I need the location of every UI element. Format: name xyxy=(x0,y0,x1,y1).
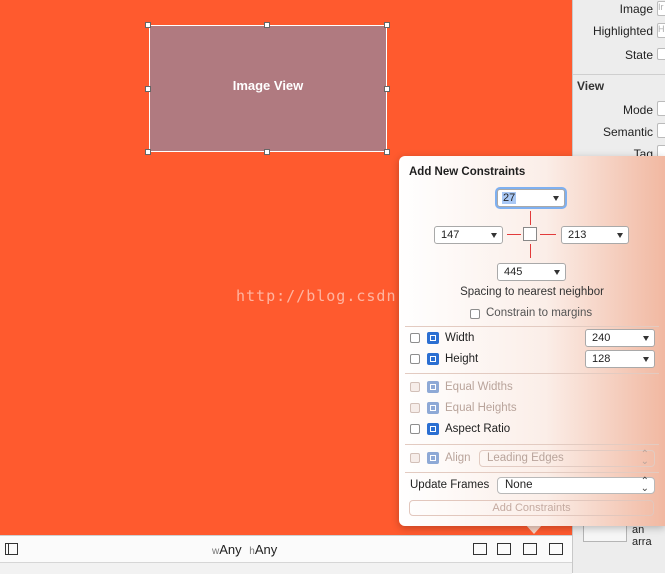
bottom-spacing-combo[interactable]: 445 xyxy=(497,263,566,281)
resize-handle-mr[interactable] xyxy=(384,86,390,92)
image-label: Image xyxy=(619,2,653,16)
stack-icon[interactable] xyxy=(473,543,487,555)
equal-widths-checkbox[interactable] xyxy=(410,382,420,392)
align-label: Align xyxy=(445,452,471,464)
align-checkbox[interactable] xyxy=(410,453,420,463)
updown-chevron-icon: ⌃ ⌄ xyxy=(640,476,649,494)
update-frames-label: Update Frames xyxy=(410,479,490,491)
size-class-control[interactable]: wAny hAny xyxy=(212,542,277,557)
height-value: 128 xyxy=(592,353,611,365)
equal-widths-icon xyxy=(427,381,439,393)
document-outline-toggle-icon[interactable] xyxy=(5,543,18,555)
resize-handle-bl[interactable] xyxy=(145,149,151,155)
library-item-description: an arra xyxy=(632,524,652,548)
resize-handle-tc[interactable] xyxy=(264,22,270,28)
updown-chevron-icon: ⌃ ⌄ xyxy=(640,449,649,467)
view-section-title: View xyxy=(577,79,605,93)
state-checkbox[interactable] xyxy=(657,48,665,60)
pin-icon[interactable] xyxy=(523,543,537,555)
image-view[interactable]: Image View xyxy=(149,25,387,152)
highlighted-field[interactable]: H xyxy=(657,23,665,38)
bottom-spacing-value: 445 xyxy=(504,266,523,278)
aspect-ratio-checkbox[interactable] xyxy=(410,424,420,434)
popover-title: Add New Constraints xyxy=(409,166,526,178)
chevron-down-icon[interactable] xyxy=(554,270,560,275)
chevron-down-icon[interactable] xyxy=(553,196,559,201)
chevron-down-icon[interactable] xyxy=(617,233,623,238)
highlighted-label: Highlighted xyxy=(592,24,653,38)
equal-heights-label: Equal Heights xyxy=(445,402,517,414)
w-value: Any xyxy=(219,542,242,557)
top-spacing-value: 27 xyxy=(502,192,517,204)
width-combo[interactable]: 240 xyxy=(585,329,655,347)
separator xyxy=(405,373,659,374)
align-value: Leading Edges xyxy=(487,452,564,464)
resize-handle-br[interactable] xyxy=(384,149,390,155)
height-label: Height xyxy=(445,353,479,365)
separator xyxy=(405,326,659,327)
left-spacing-combo[interactable]: 147 xyxy=(434,226,503,244)
semantic-popup[interactable] xyxy=(657,123,665,138)
separator xyxy=(405,444,659,445)
state-label: State xyxy=(624,48,653,62)
height-constraint-icon xyxy=(427,353,439,365)
equal-widths-label: Equal Widths xyxy=(445,381,513,393)
equal-heights-checkbox[interactable] xyxy=(410,403,420,413)
aspect-ratio-label: Aspect Ratio xyxy=(445,423,511,435)
mode-label: Mode xyxy=(622,103,653,117)
equal-heights-icon xyxy=(427,402,439,414)
left-spacing-value: 147 xyxy=(441,229,460,241)
add-constraints-button[interactable]: Add Constraints xyxy=(409,500,654,516)
align-icon xyxy=(427,452,439,464)
width-checkbox[interactable] xyxy=(410,333,420,343)
constrain-margins-checkbox[interactable] xyxy=(470,309,480,319)
left-constraint-ibeam[interactable] xyxy=(507,234,521,235)
aspect-ratio-icon xyxy=(427,423,439,435)
top-constraint-ibeam[interactable] xyxy=(530,211,531,225)
right-spacing-combo[interactable]: 213 xyxy=(561,226,629,244)
resize-handle-ml[interactable] xyxy=(145,86,151,92)
status-bar xyxy=(0,562,572,574)
canvas-bottom-bar: wAny hAny xyxy=(0,535,572,563)
add-constraints-popover: Add New Constraints 27 147 213 445 Spaci… xyxy=(399,156,665,526)
width-label: Width xyxy=(445,332,475,344)
height-combo[interactable]: 128 xyxy=(585,350,655,368)
chevron-down-icon[interactable] xyxy=(643,336,649,341)
h-value: Any xyxy=(254,542,278,557)
top-spacing-combo[interactable]: 27 xyxy=(497,189,565,207)
resize-handle-bc[interactable] xyxy=(264,149,270,155)
separator xyxy=(405,472,659,473)
mode-popup[interactable] xyxy=(657,101,665,116)
width-constraint-icon xyxy=(427,332,439,344)
height-checkbox[interactable] xyxy=(410,354,420,364)
update-frames-value: None xyxy=(505,479,533,491)
chevron-down-icon[interactable] xyxy=(491,233,497,238)
image-field[interactable]: Ir xyxy=(657,1,665,16)
resize-handle-tr[interactable] xyxy=(384,22,390,28)
spacing-label: Spacing to nearest neighbor xyxy=(460,286,604,298)
resize-handle-tl[interactable] xyxy=(145,22,151,28)
update-frames-popup[interactable]: None ⌃ ⌄ xyxy=(497,477,655,494)
align-icon[interactable] xyxy=(497,543,511,555)
image-view-label: Image View xyxy=(232,78,304,93)
width-value: 240 xyxy=(592,332,611,344)
pinned-view-box xyxy=(523,227,537,241)
bottom-constraint-ibeam[interactable] xyxy=(530,244,531,258)
resolve-issues-icon[interactable] xyxy=(549,543,563,555)
inspector-divider xyxy=(573,74,665,75)
semantic-label: Semantic xyxy=(602,125,653,139)
right-spacing-value: 213 xyxy=(568,229,587,241)
chevron-down-icon[interactable] xyxy=(643,357,649,362)
constrain-margins-label: Constrain to margins xyxy=(486,307,593,319)
align-popup[interactable]: Leading Edges ⌃ ⌄ xyxy=(479,450,655,467)
right-constraint-ibeam[interactable] xyxy=(540,234,556,235)
